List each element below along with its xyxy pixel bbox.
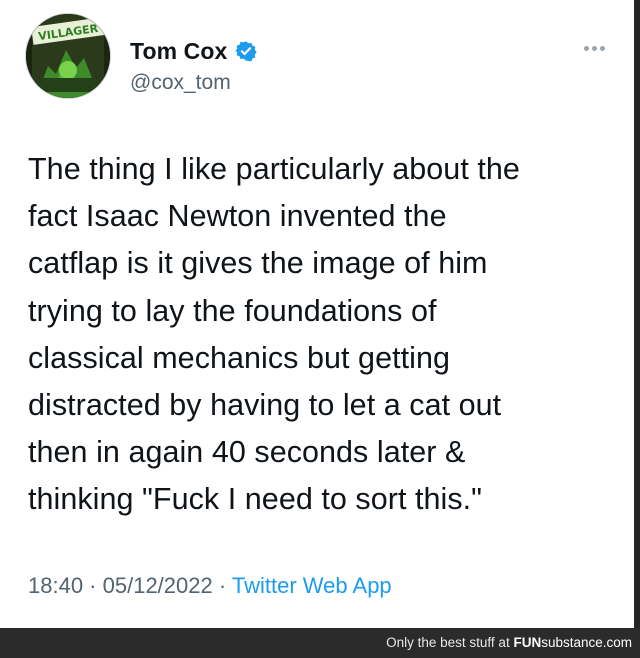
author-handle[interactable]: @cox_tom <box>130 71 231 95</box>
more-options-icon[interactable] <box>584 42 610 54</box>
tweet-source-link[interactable]: Twitter Web App <box>232 573 392 598</box>
footer-brand-bold[interactable]: FUN <box>513 635 541 650</box>
footer-text: Only the best stuff at FUNsubstance.com <box>386 635 632 650</box>
tweet-date[interactable]: 05/12/2022 <box>103 573 213 598</box>
author-name[interactable]: Tom Cox <box>130 38 227 65</box>
footer-tagline: Only the best stuff at <box>386 635 514 650</box>
more-dot <box>592 45 597 51</box>
tweet-time[interactable]: 18:40 <box>28 573 83 598</box>
author-name-row: Tom Cox <box>130 37 258 65</box>
meta-separator: · <box>212 573 232 598</box>
meta-separator: · <box>83 573 103 598</box>
tweet-card: VILLAGER Tom Cox @cox_tom The thing I li… <box>0 0 640 628</box>
avatar-image: VILLAGER <box>26 14 110 98</box>
tweet-meta: 18:40 · 05/12/2022 · Twitter Web App <box>28 573 392 599</box>
verified-badge-icon <box>235 40 258 62</box>
more-dot <box>600 45 605 51</box>
footer-brand-rest[interactable]: substance.com <box>541 635 632 650</box>
avatar[interactable]: VILLAGER <box>26 14 110 98</box>
footer-bar: Only the best stuff at FUNsubstance.com <box>0 628 640 658</box>
tweet-text: The thing I like particularly about the … <box>28 152 520 517</box>
more-dot <box>584 45 589 51</box>
